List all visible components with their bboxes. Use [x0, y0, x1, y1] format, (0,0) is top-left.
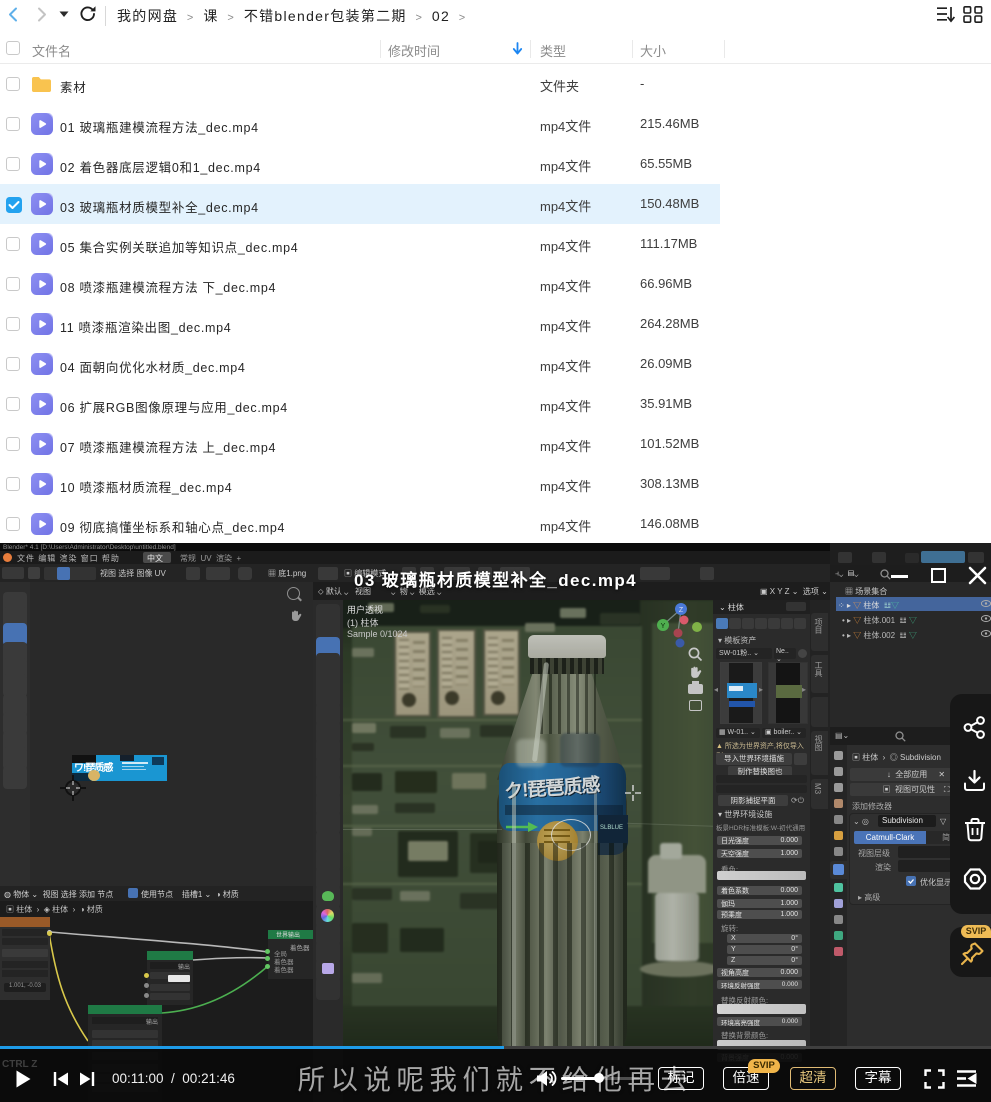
- svg-text:Y: Y: [661, 623, 666, 630]
- svg-text:Z: Z: [679, 607, 684, 614]
